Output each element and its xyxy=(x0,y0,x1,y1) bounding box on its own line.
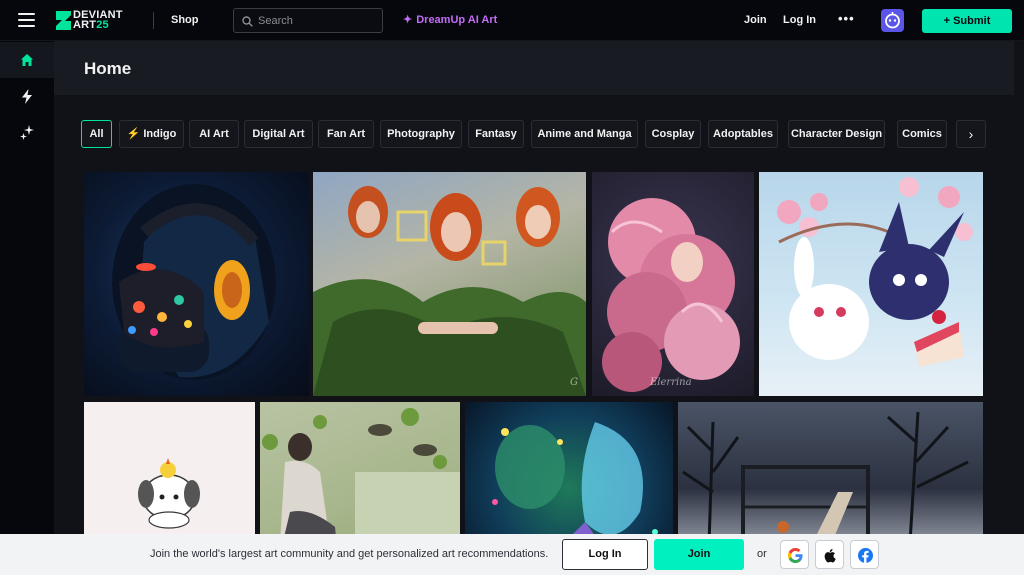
search-input[interactable] xyxy=(258,13,378,29)
dreamup-link[interactable]: ✦ DreamUp AI Art xyxy=(403,13,497,26)
join-link[interactable]: Join xyxy=(744,14,767,26)
chip-cosplay[interactable]: Cosplay xyxy=(645,120,701,148)
logo-badge: 25 xyxy=(96,19,109,31)
chevron-right-icon[interactable]: › xyxy=(956,120,986,148)
sidebar-item-indigo[interactable] xyxy=(0,78,54,114)
artwork-tile[interactable] xyxy=(84,172,309,396)
signup-banner: Join the world's largest art community a… xyxy=(0,534,1024,575)
bot-avatar-icon[interactable] xyxy=(881,9,904,32)
deviantart-logo[interactable]: DEVIANT ART25 xyxy=(56,8,136,34)
artwork-pink-haired-girl-image xyxy=(602,198,740,392)
sparkle-icon xyxy=(20,125,34,140)
banner-join-button[interactable]: Join xyxy=(654,539,744,570)
chip-all[interactable]: All xyxy=(81,120,112,148)
apple-signin-button[interactable] xyxy=(815,540,844,569)
search-box[interactable] xyxy=(233,8,383,33)
chip-digital-art[interactable]: Digital Art xyxy=(244,120,313,148)
search-icon xyxy=(242,16,253,27)
chip-adoptables[interactable]: Adoptables xyxy=(708,120,778,148)
sidebar xyxy=(0,41,54,575)
artwork-masked-woman-image xyxy=(112,184,276,380)
menu-icon[interactable] xyxy=(18,13,35,27)
more-options-icon[interactable]: ••• xyxy=(838,11,855,26)
page-header: Home xyxy=(54,41,1014,95)
artwork-tile[interactable]: G xyxy=(313,172,586,396)
category-filter-bar: All ⚡ Indigo AI Art Digital Art Fan Art P… xyxy=(81,120,986,148)
robot-icon xyxy=(885,12,900,29)
shop-link[interactable]: Shop xyxy=(171,14,199,26)
login-link[interactable]: Log In xyxy=(783,14,816,26)
home-icon xyxy=(21,54,33,66)
header-divider xyxy=(153,12,154,29)
submit-button[interactable]: + Submit xyxy=(922,9,1012,33)
deviantart-logo-mark-icon xyxy=(56,11,71,30)
banner-login-button[interactable]: Log In xyxy=(562,539,648,570)
facebook-icon xyxy=(858,548,873,563)
sidebar-item-home[interactable] xyxy=(0,42,54,78)
bolt-icon: ⚡ xyxy=(126,128,141,140)
chip-photography[interactable]: Photography xyxy=(380,120,462,148)
artwork-tile[interactable] xyxy=(759,172,983,396)
chip-indigo[interactable]: ⚡ Indigo xyxy=(119,120,184,148)
chip-ai-art[interactable]: AI Art xyxy=(189,120,239,148)
bolt-icon xyxy=(22,89,32,104)
chip-comics[interactable]: Comics xyxy=(897,120,947,148)
apple-icon xyxy=(824,548,836,563)
top-navigation-bar: DEVIANT ART25 Shop ✦DreamUp AI Art Join … xyxy=(0,0,1024,41)
banner-or-label: or xyxy=(757,548,767,560)
sparkle-icon: ✦ xyxy=(403,14,413,26)
chip-character-design[interactable]: Character Design xyxy=(788,120,885,148)
chip-fantasy[interactable]: Fantasy xyxy=(468,120,524,148)
artwork-three-redheads-image xyxy=(313,186,586,396)
artwork-chibi-creatures-image xyxy=(777,177,973,367)
facebook-signin-button[interactable] xyxy=(850,540,879,569)
google-icon xyxy=(788,548,803,563)
dreamup-label: DreamUp AI Art xyxy=(416,14,498,26)
artwork-signature: G xyxy=(570,377,578,388)
artwork-tile[interactable]: Elerrina xyxy=(592,172,754,396)
google-signin-button[interactable] xyxy=(780,540,809,569)
sidebar-item-dreamup[interactable] xyxy=(0,114,54,150)
banner-message: Join the world's largest art community a… xyxy=(150,548,549,560)
chip-anime-and-manga[interactable]: Anime and Manga xyxy=(531,120,638,148)
page-title: Home xyxy=(84,59,132,78)
artwork-caption: Elerrina xyxy=(650,377,692,388)
main-content: Home All ⚡ Indigo AI Art Digital Art Fan … xyxy=(54,41,1024,575)
chip-fan-art[interactable]: Fan Art xyxy=(318,120,374,148)
logo-line-2: ART xyxy=(73,19,97,31)
